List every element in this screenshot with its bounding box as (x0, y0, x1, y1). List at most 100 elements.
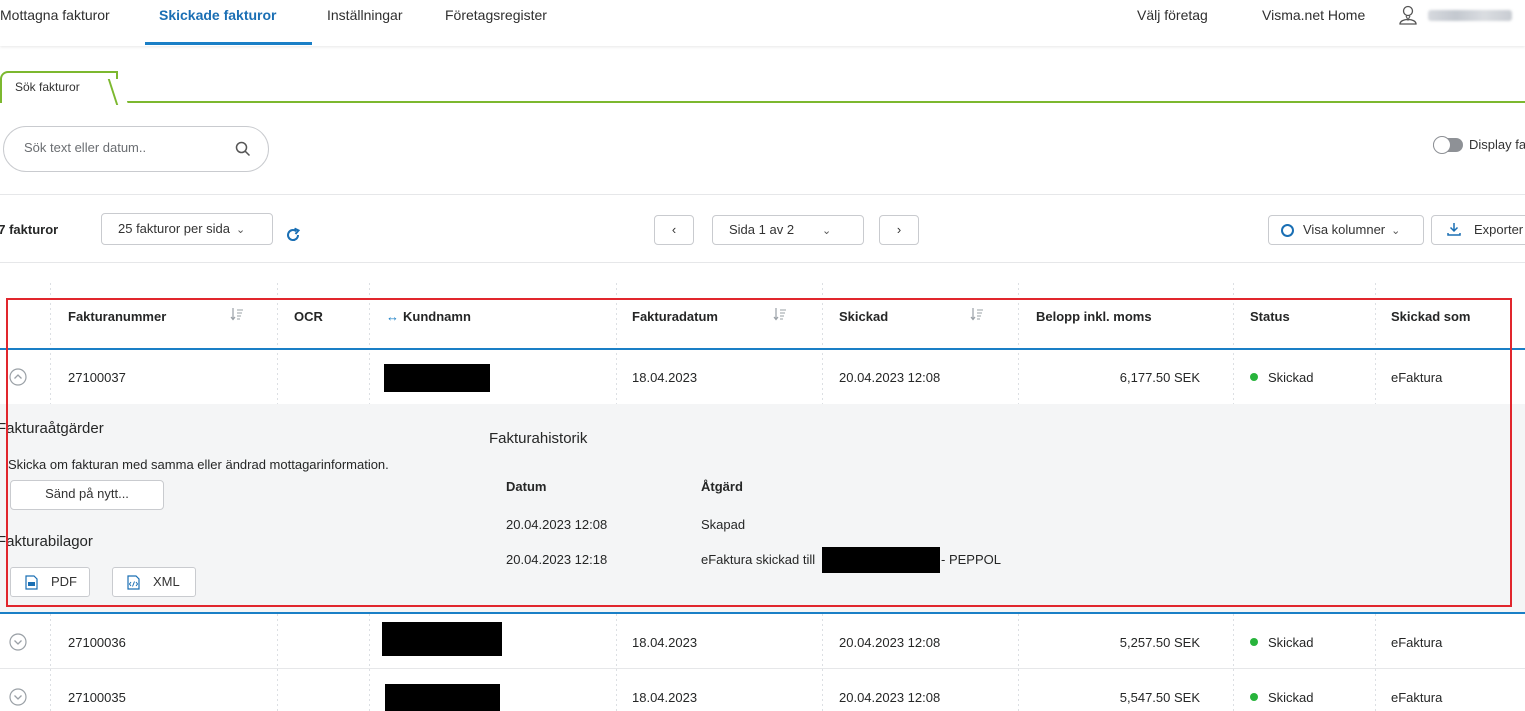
history-action: Skapad (701, 517, 746, 532)
search-box (3, 126, 269, 172)
column-divider (277, 283, 278, 404)
cell-invoice-date: 18.04.2023 (632, 635, 698, 650)
cell-status: Skickad (1250, 370, 1314, 385)
column-divider (50, 283, 51, 404)
header-kundnamn-wrap[interactable]: ↔ Kundnamn (386, 309, 471, 324)
nav-foretagsregister[interactable]: Företagsregister (445, 7, 547, 23)
sort-icon[interactable] (773, 306, 787, 322)
show-columns-button[interactable]: Visa kolumner ⌄ (1268, 215, 1424, 245)
history-date: 20.04.2023 12:08 (506, 517, 608, 532)
header-skickad-som[interactable]: Skickad som (1391, 309, 1471, 324)
history-header-atgard: Åtgärd (701, 479, 743, 494)
xml-button[interactable]: XML (112, 567, 196, 597)
chevron-down-icon: ⌄ (822, 225, 832, 237)
history-action-suffix: - PEPPOL (941, 552, 1001, 567)
column-divider (616, 614, 617, 711)
nav-skickade-fakturor[interactable]: Skickade fakturor (159, 7, 277, 23)
status-label: Skickad (1268, 690, 1314, 705)
next-page-button[interactable]: › (879, 215, 919, 245)
status-dot (1250, 638, 1258, 646)
search-input[interactable] (24, 140, 224, 155)
cell-sent: 20.04.2023 12:08 (839, 690, 941, 705)
prev-page-button[interactable]: ‹ (654, 215, 694, 245)
sort-icon[interactable] (970, 306, 984, 322)
row-separator (0, 668, 1525, 669)
header-status[interactable]: Status (1250, 309, 1290, 324)
header-ocr[interactable]: OCR (294, 309, 323, 324)
chevron-up-icon[interactable] (9, 368, 27, 386)
chevron-down-icon[interactable] (9, 633, 27, 651)
cell-sent: 20.04.2023 12:08 (839, 635, 941, 650)
cell-invoice-number[interactable]: 27100037 (68, 370, 126, 385)
redacted-recipient (822, 547, 940, 573)
column-divider (1018, 283, 1019, 404)
column-divider (1018, 614, 1019, 711)
column-divider (1375, 283, 1376, 404)
row-separator (0, 612, 1525, 614)
pdf-button[interactable]: PDF (10, 567, 90, 597)
download-icon (1447, 223, 1461, 236)
history-title: Fakturahistorik (489, 430, 588, 447)
active-tab-indicator (145, 42, 312, 45)
toggle-knob[interactable] (1433, 136, 1451, 154)
actions-text: Skicka om fakturan med samma eller ändra… (8, 457, 389, 472)
column-divider (277, 614, 278, 711)
column-divider (822, 614, 823, 711)
header-skickad[interactable]: Skickad (839, 309, 888, 324)
page-select[interactable]: Sida 1 av 2 ⌄ (712, 215, 864, 245)
divider (0, 262, 1525, 263)
column-divider (1375, 614, 1376, 711)
tab-sok-fakturor[interactable]: Sök fakturor (0, 71, 118, 103)
status-label: Skickad (1268, 370, 1314, 385)
invoice-detail-panel (0, 404, 1525, 612)
cell-amount: 5,547.50 SEK (1119, 690, 1200, 705)
header-kundnamn: Kundnamn (403, 309, 471, 324)
search-icon[interactable] (235, 141, 251, 157)
pdf-label: PDF (51, 574, 77, 589)
per-page-select[interactable]: 25 fakturor per sida ⌄ (101, 213, 273, 245)
redacted-customer-name (382, 622, 502, 656)
cell-sent-as: eFaktura (1391, 635, 1443, 650)
chevron-down-icon[interactable] (9, 688, 27, 706)
export-label: Exporter (1474, 222, 1524, 237)
column-divider (1233, 283, 1234, 404)
sort-icon[interactable] (230, 306, 244, 322)
resend-button[interactable]: Sänd på nytt... (10, 480, 164, 510)
cell-amount: 5,257.50 SEK (1119, 635, 1200, 650)
column-divider (616, 283, 617, 404)
nav-valj-foretag[interactable]: Välj företag (1137, 7, 1208, 23)
nav-visma-home[interactable]: Visma.net Home (1262, 7, 1365, 23)
pdf-file-icon (25, 575, 38, 590)
header-belopp[interactable]: Belopp inkl. moms (1036, 309, 1152, 324)
user-name-blurred (1428, 10, 1512, 21)
refresh-icon[interactable] (284, 226, 302, 244)
cell-amount: 6,177.50 SEK (1119, 370, 1200, 385)
header-fakturanummer[interactable]: Fakturanummer (68, 309, 166, 324)
status-label: Skickad (1268, 635, 1314, 650)
column-divider (369, 614, 370, 711)
resize-arrows-icon: ↔ (386, 309, 399, 324)
cell-status: Skickad (1250, 635, 1314, 650)
cell-invoice-number[interactable]: 27100036 (68, 635, 126, 650)
column-divider (822, 283, 823, 404)
header-fakturadatum[interactable]: Fakturadatum (632, 309, 718, 324)
cell-invoice-date: 18.04.2023 (632, 690, 698, 705)
cell-sent-as: eFaktura (1391, 370, 1443, 385)
export-button[interactable]: Exporter (1431, 215, 1525, 245)
top-nav: Mottagna fakturor Skickade fakturor Inst… (0, 0, 1525, 46)
resend-label: Sänd på nytt... (45, 486, 129, 501)
nav-mottagna-fakturor[interactable]: Mottagna fakturor (0, 7, 110, 23)
tab-label: Sök fakturor (15, 80, 80, 94)
per-page-label: 25 fakturor per sida (118, 221, 231, 236)
history-date: 20.04.2023 12:18 (506, 552, 608, 567)
xml-label: XML (153, 574, 180, 589)
attachments-title: Fakturabilagor (0, 533, 93, 550)
cell-sent-as: eFaktura (1391, 690, 1443, 705)
status-dot (1250, 693, 1258, 701)
column-divider (50, 614, 51, 711)
chevron-right-icon: › (896, 222, 902, 237)
cell-invoice-number[interactable]: 27100035 (68, 690, 126, 705)
user-icon[interactable] (1398, 4, 1418, 26)
invoice-count: 37 fakturor (0, 222, 59, 237)
nav-installningar[interactable]: Inställningar (327, 7, 403, 23)
